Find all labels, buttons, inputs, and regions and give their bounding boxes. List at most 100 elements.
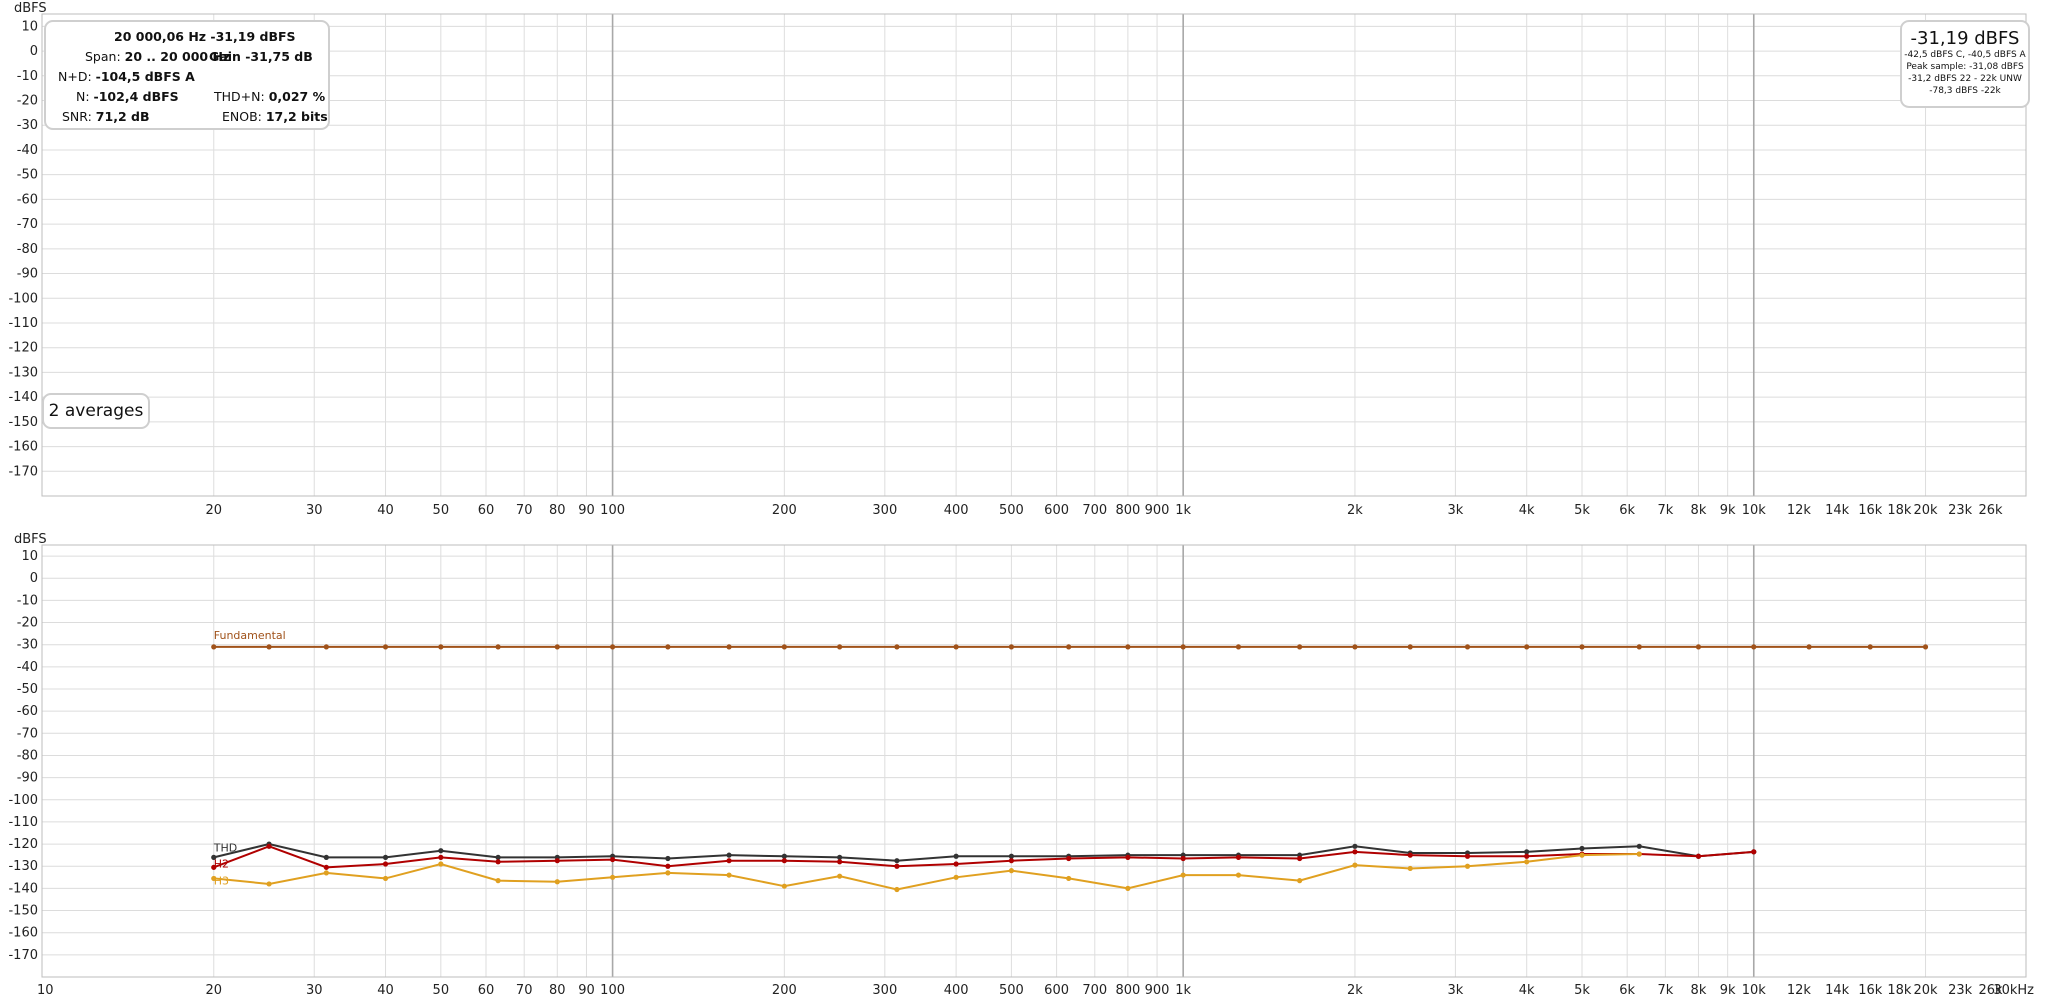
bottom-y-tick: -150 bbox=[8, 904, 38, 919]
thd-point bbox=[1579, 845, 1585, 852]
nd-label: N+D: bbox=[58, 69, 92, 84]
fundamental-point bbox=[1636, 644, 1642, 650]
fundamental-series-label: Fundamental bbox=[214, 629, 286, 642]
bottom-x-tick: 900 bbox=[1145, 983, 1170, 998]
fundamental-point bbox=[781, 644, 787, 650]
bottom-x-tick: 300 bbox=[872, 983, 897, 998]
bottom-x-tick: 10 bbox=[37, 983, 54, 998]
level-weighted-readout: -42,5 dBFS C, -40,5 dBFS A bbox=[1904, 50, 2026, 60]
enob-value: 17,2 bits bbox=[265, 109, 328, 124]
bottom-y-tick: -70 bbox=[17, 726, 38, 741]
averages-badge[interactable]: 2 averages bbox=[42, 393, 150, 429]
fundamental-point bbox=[438, 644, 444, 650]
top-x-tick: 9k bbox=[1720, 503, 1736, 518]
h3-point bbox=[554, 879, 560, 885]
noise-label: N: bbox=[76, 89, 90, 104]
top-x-tick: 12k bbox=[1787, 503, 1812, 518]
top-x-tick: 300 bbox=[872, 503, 897, 518]
h2-point bbox=[609, 856, 616, 863]
fundamental-point bbox=[1066, 644, 1072, 650]
bottom-x-tick: 30 bbox=[306, 983, 323, 998]
bottom-x-tick: 20 bbox=[205, 983, 222, 998]
thd-point bbox=[1524, 849, 1530, 855]
h3-point bbox=[1180, 872, 1186, 878]
h3-point bbox=[781, 883, 787, 889]
bottom-x-tick: 8k bbox=[1691, 983, 1707, 998]
thdn-label: THD+N: bbox=[214, 89, 265, 104]
bottom-x-tick: 90 bbox=[578, 983, 595, 998]
distortion-series: Fundamental THD H2 H3 bbox=[211, 629, 1929, 893]
top-y-tick-labels: 10 0 -10 -20 -30 -40 -50 -60 -70 -80 -90 -100 -110 -1… bbox=[8, 19, 38, 479]
fundamental-point bbox=[1524, 644, 1530, 650]
bottom-y-tick: -170 bbox=[8, 948, 38, 963]
thd-point bbox=[1352, 843, 1358, 849]
bottom-y-tick: -110 bbox=[8, 815, 38, 830]
thd-point bbox=[1636, 843, 1642, 849]
bottom-y-tick: 10 bbox=[21, 549, 38, 564]
bottom-x-tick: 14k bbox=[1825, 983, 1850, 998]
top-x-tick: 3k bbox=[1448, 503, 1464, 518]
h3-point bbox=[323, 870, 329, 876]
top-x-tick: 900 bbox=[1145, 503, 1170, 518]
h2-point bbox=[438, 854, 444, 860]
h2-point bbox=[1008, 858, 1015, 864]
bottom-x-tick: 6k bbox=[1619, 983, 1635, 998]
bottom-x-tick: 3k bbox=[1448, 983, 1464, 998]
top-y-tick: -70 bbox=[17, 217, 38, 232]
top-y-tick: -170 bbox=[8, 464, 38, 479]
top-x-tick: 20 bbox=[205, 503, 222, 518]
top-x-tick: 8k bbox=[1691, 503, 1707, 518]
fundamental-point bbox=[1464, 644, 1471, 650]
top-x-tick: 4k bbox=[1519, 503, 1535, 518]
top-y-tick: -140 bbox=[8, 390, 38, 405]
fundamental-point bbox=[1407, 644, 1413, 650]
h3-point bbox=[495, 878, 501, 884]
top-x-tick: 5k bbox=[1574, 503, 1590, 518]
top-y-tick: -80 bbox=[17, 242, 38, 257]
thd-point bbox=[837, 854, 843, 860]
level-main-readout: -31,19 dBFS bbox=[1910, 28, 2020, 49]
bottom-x-tick: 500 bbox=[999, 983, 1024, 998]
h3-point bbox=[1235, 872, 1242, 878]
bottom-x-tick: 100 bbox=[600, 983, 625, 998]
top-x-tick: 50 bbox=[433, 503, 450, 518]
bottom-x-tick: 9k bbox=[1720, 983, 1736, 998]
bottom-plot-grid bbox=[41, 544, 2027, 978]
noise-value: -102,4 dBFS bbox=[93, 89, 179, 104]
h2-point bbox=[1695, 853, 1702, 859]
fundamental-point bbox=[953, 644, 959, 650]
bottom-y-tick: -160 bbox=[8, 926, 38, 941]
h2-point bbox=[1297, 855, 1303, 862]
bottom-x-tick: 7k bbox=[1657, 983, 1673, 998]
thd-point bbox=[726, 852, 732, 858]
top-x-tick: 10k bbox=[1742, 503, 1767, 518]
top-x-tick: 6k bbox=[1619, 503, 1635, 518]
thdn-value: 0,027 % bbox=[268, 89, 326, 104]
fundamental-point bbox=[266, 644, 272, 650]
h3-point bbox=[1464, 863, 1471, 869]
top-x-tick: 26k bbox=[1979, 503, 2004, 518]
fundamental-point bbox=[1235, 644, 1242, 650]
fundamental-point bbox=[665, 644, 671, 650]
thd-point bbox=[665, 855, 671, 862]
bottom-y-tick: -10 bbox=[17, 593, 38, 608]
top-x-tick: 200 bbox=[772, 503, 797, 518]
bottom-y-tick: -80 bbox=[17, 748, 38, 763]
top-plot-grid bbox=[41, 13, 2027, 497]
thd-point bbox=[323, 854, 329, 860]
fundamental-point bbox=[1125, 644, 1131, 650]
h3-point bbox=[837, 873, 843, 879]
level-meter-box[interactable]: -31,19 dBFS -42,5 dBFS C, -40,5 dBFS A P… bbox=[1900, 20, 2030, 108]
h2-point bbox=[1524, 853, 1530, 859]
h2-point bbox=[1125, 854, 1131, 860]
fundamental-point bbox=[726, 644, 732, 650]
h3-series-label: H3 bbox=[214, 874, 229, 887]
top-y-tick: -10 bbox=[17, 69, 38, 84]
h3-point bbox=[665, 870, 671, 876]
bottom-x-tick: 2k bbox=[1347, 983, 1363, 998]
h2-point bbox=[323, 864, 329, 870]
top-y-tick: -120 bbox=[8, 341, 38, 356]
top-x-tick: 18k bbox=[1887, 503, 1912, 518]
h2-point bbox=[266, 843, 272, 849]
top-x-tick: 400 bbox=[944, 503, 969, 518]
